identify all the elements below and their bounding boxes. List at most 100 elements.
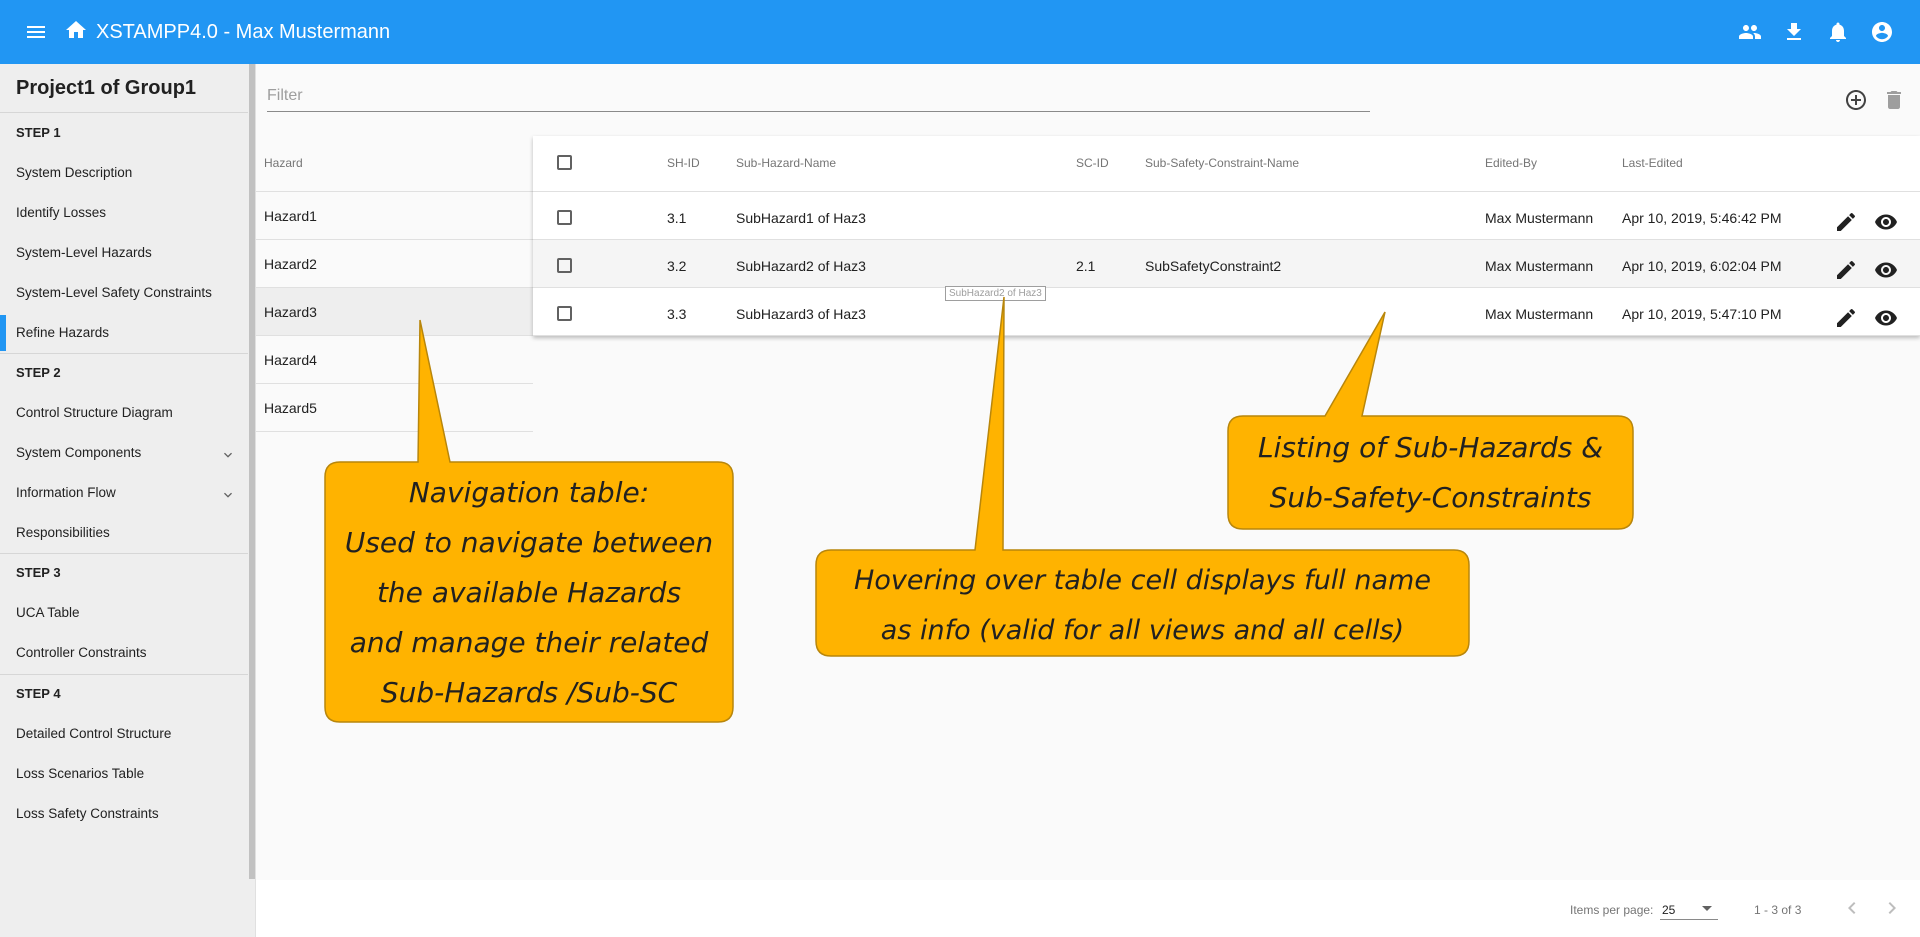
divider (0, 112, 248, 113)
step-1-heading: STEP 1 (16, 125, 61, 140)
sidebar-item-loss-scenarios-table[interactable]: Loss Scenarios Table (16, 766, 144, 781)
callout-line: Listing of Sub-Hazards & (1257, 431, 1604, 464)
step-3-heading: STEP 3 (16, 565, 61, 580)
table-row[interactable]: 3.1 SubHazard1 of Haz3 Max Mustermann Ap… (533, 192, 1920, 240)
sidebar-item-controller-constraints[interactable]: Controller Constraints (16, 645, 147, 660)
sidebar: Project1 of Group1 STEP 1 System Descrip… (0, 64, 256, 937)
table-header-row: SH-ID Sub-Hazard-Name SC-ID Sub-Safety-C… (533, 136, 1920, 192)
sidebar-item-detailed-control-structure[interactable]: Detailed Control Structure (16, 726, 171, 741)
chevron-right-icon[interactable] (1880, 896, 1904, 920)
download-icon[interactable] (1782, 20, 1806, 44)
step-4-heading: STEP 4 (16, 686, 61, 701)
hazard-row[interactable]: Hazard1 (256, 192, 533, 240)
hazard-row[interactable]: Hazard5 (256, 384, 533, 432)
sh-id-header[interactable]: SH-ID (667, 156, 700, 170)
sub-sc-name-cell: SubSafetyConstraint2 (1145, 258, 1282, 274)
callout-line: Sub-Safety-Constraints (1269, 481, 1592, 514)
sidebar-item-control-structure-diagram[interactable]: Control Structure Diagram (16, 405, 173, 420)
listing-callout: Listing of Sub-Hazards & Sub-Safety-Cons… (1228, 423, 1633, 523)
sidebar-item-uca-table[interactable]: UCA Table (16, 605, 80, 620)
chevron-left-icon[interactable] (1840, 896, 1864, 920)
chevron-down-icon[interactable] (220, 487, 236, 503)
delete-icon[interactable] (1882, 88, 1906, 112)
last-edited-cell: Apr 10, 2019, 5:47:10 PM (1622, 306, 1782, 322)
filter-input[interactable]: Filter (267, 87, 303, 105)
sidebar-item-system-level-hazards[interactable]: System-Level Hazards (16, 245, 152, 260)
sc-id-header[interactable]: SC-ID (1076, 156, 1109, 170)
sub-hazard-name-header[interactable]: Sub-Hazard-Name (736, 156, 836, 170)
edited-by-header[interactable]: Edited-By (1485, 156, 1537, 170)
notifications-icon[interactable] (1826, 20, 1850, 44)
sub-hazard-table: SH-ID Sub-Hazard-Name SC-ID Sub-Safety-C… (533, 136, 1920, 336)
project-title: Project1 of Group1 (16, 77, 197, 99)
step-2-heading: STEP 2 (16, 365, 61, 380)
filter-underline (267, 111, 1370, 112)
callout-line: as info (valid for all views and all cel… (880, 615, 1405, 646)
dropdown-arrow-icon[interactable] (1702, 906, 1712, 911)
visibility-icon[interactable] (1874, 306, 1898, 330)
home-icon[interactable] (64, 18, 88, 42)
sidebar-item-system-level-safety-constraints[interactable]: System-Level Safety Constraints (16, 285, 212, 300)
sc-id-cell: 2.1 (1076, 258, 1096, 274)
sh-id-cell: 3.1 (667, 210, 687, 226)
callout-line: Navigation table: (408, 476, 650, 509)
divider (0, 674, 248, 675)
account-icon[interactable] (1870, 20, 1894, 44)
chevron-down-icon[interactable] (220, 447, 236, 463)
sidebar-item-loss-safety-constraints[interactable]: Loss Safety Constraints (16, 806, 159, 821)
callout-line: Sub-Hazards /Sub-SC (380, 676, 678, 709)
hazard-row[interactable]: Hazard4 (256, 336, 533, 384)
sub-hazard-name-cell: SubHazard3 of Haz3 (736, 306, 866, 322)
callout-line: the available Hazards (376, 576, 682, 609)
top-app-bar: XSTAMPP4.0 - Max Mustermann (0, 0, 1920, 64)
sidebar-item-system-description[interactable]: System Description (16, 165, 132, 180)
sidebar-item-identify-losses[interactable]: Identify Losses (16, 205, 106, 220)
table-row[interactable]: 3.3 SubHazard3 of Haz3 Max Mustermann Ap… (533, 288, 1920, 336)
sidebar-item-responsibilities[interactable]: Responsibilities (16, 525, 110, 540)
menu-icon[interactable] (24, 20, 48, 44)
edit-icon[interactable] (1834, 306, 1858, 330)
row-checkbox[interactable] (557, 210, 572, 225)
sub-hazard-name-cell: SubHazard1 of Haz3 (736, 210, 866, 226)
hazard-navigation-table: Hazard Hazard1 Hazard2 Hazard3 Hazard4 H… (256, 136, 533, 432)
sidebar-item-refine-hazards[interactable]: Refine Hazards (0, 315, 109, 351)
add-circle-icon[interactable] (1844, 88, 1868, 112)
hazard-row-selected[interactable]: Hazard3 (256, 288, 533, 336)
edited-by-cell: Max Mustermann (1485, 258, 1594, 274)
sidebar-scrollbar[interactable] (249, 64, 255, 879)
visibility-icon[interactable] (1874, 258, 1898, 282)
sidebar-item-system-components[interactable]: System Components (16, 445, 141, 460)
app-title: XSTAMPP4.0 - Max Mustermann (96, 21, 391, 43)
callout-line: Hovering over table cell displays full n… (854, 565, 1431, 596)
cell-tooltip: SubHazard2 of Haz3 (945, 286, 1046, 301)
sidebar-item-information-flow[interactable]: Information Flow (16, 485, 116, 500)
hovering-callout: Hovering over table cell displays full n… (816, 556, 1469, 656)
edited-by-cell: Max Mustermann (1485, 306, 1594, 322)
range-label: 1 - 3 of 3 (1754, 903, 1802, 917)
visibility-icon[interactable] (1874, 210, 1898, 234)
navigation-callout: Navigation table: Used to navigate betwe… (325, 468, 733, 718)
sh-id-cell: 3.2 (667, 258, 687, 274)
edit-icon[interactable] (1834, 258, 1858, 282)
callout-line: Used to navigate between (344, 526, 714, 559)
items-per-page-select[interactable]: 25 (1662, 903, 1675, 917)
select-all-checkbox[interactable] (557, 155, 572, 170)
items-per-page-underline (1660, 919, 1718, 920)
sub-sc-name-header[interactable]: Sub-Safety-Constraint-Name (1145, 156, 1299, 170)
group-icon[interactable] (1738, 20, 1762, 44)
sub-hazard-name-cell: SubHazard2 of Haz3 (736, 258, 866, 274)
row-checkbox[interactable] (557, 258, 572, 273)
row-checkbox[interactable] (557, 306, 572, 321)
last-edited-header[interactable]: Last-Edited (1622, 156, 1683, 170)
hazard-row[interactable]: Hazard2 (256, 240, 533, 288)
sh-id-cell: 3.3 (667, 306, 687, 322)
items-per-page-label: Items per page: (1570, 903, 1654, 917)
table-row[interactable]: 3.2 SubHazard2 of Haz3 2.1 SubSafetyCons… (533, 240, 1920, 288)
hazard-column-header: Hazard (256, 136, 533, 192)
last-edited-cell: Apr 10, 2019, 6:02:04 PM (1622, 258, 1782, 274)
edit-icon[interactable] (1834, 210, 1858, 234)
edited-by-cell: Max Mustermann (1485, 210, 1594, 226)
divider (0, 353, 248, 354)
callout-line: and manage their related (349, 626, 709, 659)
last-edited-cell: Apr 10, 2019, 5:46:42 PM (1622, 210, 1782, 226)
